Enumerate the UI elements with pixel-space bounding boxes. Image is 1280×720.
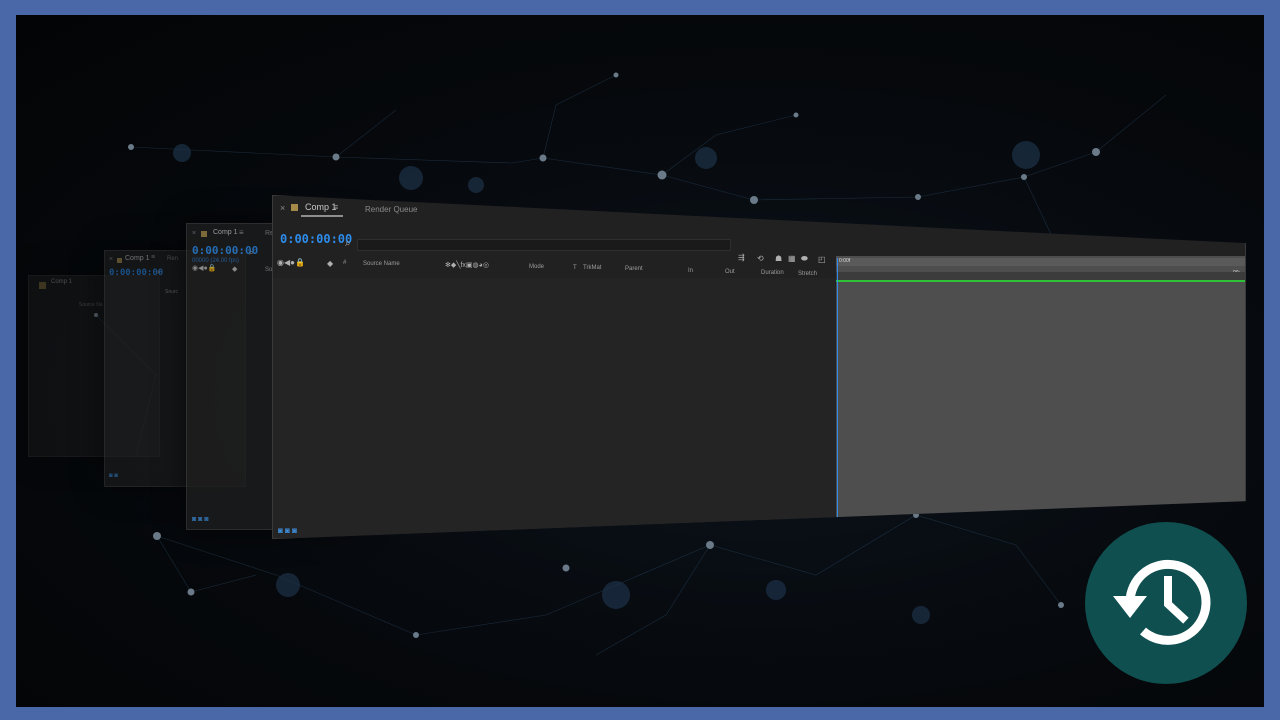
column-trkmat[interactable]: TrkMat <box>583 265 601 271</box>
motion-blur-icon[interactable]: ⬬ <box>801 254 808 264</box>
panels-stage: Comp 1 Source Na × Comp 1 ≡ Ren 0:00:00:… <box>16 15 1264 707</box>
column-in[interactable]: In <box>688 268 693 274</box>
work-area-bar[interactable] <box>836 272 1245 280</box>
panel-menu-icon[interactable]: ≡ <box>239 228 244 237</box>
draft-3d-icon[interactable]: ⟲ <box>757 254 764 263</box>
frame-blending-icon[interactable]: ▦ <box>788 254 796 263</box>
comp-mini-flowchart-icon[interactable]: ⇶ <box>738 253 745 262</box>
graph-editor-icon[interactable]: ◰ <box>818 255 826 264</box>
column-parent[interactable]: Parent <box>625 266 643 272</box>
footer-toggle-icon[interactable]: ◙ ◙ ◙ <box>192 516 209 523</box>
timeline-panel-main: × Comp 1 ≡ Render Queue 0:00:00:00 ⌕ ⇶ ⟲… <box>272 195 1246 539</box>
panel-3-tab-label[interactable]: Comp 1 <box>125 255 150 262</box>
visibility-icon[interactable]: ◉◀●🔒 <box>192 264 216 272</box>
search-icon[interactable]: ⌕ <box>345 238 351 249</box>
active-tab-underline <box>301 215 343 217</box>
shy-layers-icon[interactable]: ☗ <box>775 254 782 263</box>
panel-4-tab-label[interactable]: Comp 1 <box>51 279 72 285</box>
footer-toggle-icon[interactable]: ◙ ◙ <box>109 473 118 479</box>
comp-color-swatch <box>117 258 122 263</box>
panel-3-timecode[interactable]: 0:00:00:00 <box>109 268 163 278</box>
column-source-name[interactable]: Source Name <box>363 261 400 267</box>
label-tag-icon[interactable]: ◆ <box>327 259 333 268</box>
panel-menu-icon[interactable]: ≡ <box>333 202 338 212</box>
ruler-start-label: 0:00f <box>839 258 851 264</box>
time-ruler[interactable] <box>836 258 1245 266</box>
layer-search-input[interactable] <box>357 239 731 251</box>
comp-color-swatch <box>291 204 298 211</box>
history-badge <box>1085 522 1247 684</box>
timeline-track-area[interactable] <box>836 256 1245 538</box>
search-icon[interactable]: ⌕ <box>157 269 161 277</box>
column-duration[interactable]: Duration <box>761 270 784 276</box>
column-mode[interactable]: Mode <box>529 264 544 270</box>
layer-switches-icons[interactable]: ✻◆╲fx▣◍◕◎ <box>445 261 489 269</box>
comp-color-swatch <box>201 231 207 237</box>
close-icon[interactable]: × <box>280 203 285 213</box>
panel-3-render-queue-tab[interactable]: Ren <box>167 256 178 262</box>
current-time-display[interactable]: 0:00:00:00 <box>280 232 352 246</box>
label-tag-icon[interactable]: ◆ <box>232 265 237 273</box>
close-icon[interactable]: × <box>109 256 113 263</box>
close-icon[interactable]: × <box>192 230 196 237</box>
column-t[interactable]: T <box>573 265 577 271</box>
column-number: # <box>343 260 347 266</box>
search-icon[interactable]: ⌕ <box>249 248 253 258</box>
panel-2-tab-label[interactable]: Comp 1 <box>213 229 238 236</box>
column-stretch[interactable]: Stretch <box>798 271 817 277</box>
render-queue-tab[interactable]: Render Queue <box>365 205 417 214</box>
panel-3-source-name: Sourc <box>165 289 179 295</box>
comp-color-swatch <box>39 282 46 289</box>
column-out[interactable]: Out <box>725 269 735 275</box>
current-time-indicator[interactable] <box>837 258 838 538</box>
footer-toggle-icons[interactable]: ◙ ◙ ◙ <box>278 526 297 535</box>
layer-list-area[interactable] <box>273 278 835 538</box>
panel-menu-icon[interactable]: ≡ <box>151 254 155 261</box>
zoom-slider[interactable]: ▲ ○ ─── ▲ <box>838 518 877 525</box>
video-frame: Comp 1 Source Na × Comp 1 ≡ Ren 0:00:00:… <box>16 15 1264 707</box>
switches-av-icons[interactable]: ◉◀●🔒 <box>277 258 305 267</box>
comp-tab-label[interactable]: Comp 1 <box>305 202 337 212</box>
layer-duration-bar[interactable] <box>836 280 1245 282</box>
history-icon <box>1113 559 1211 645</box>
panel-4-source-name: Source Na <box>79 302 103 308</box>
